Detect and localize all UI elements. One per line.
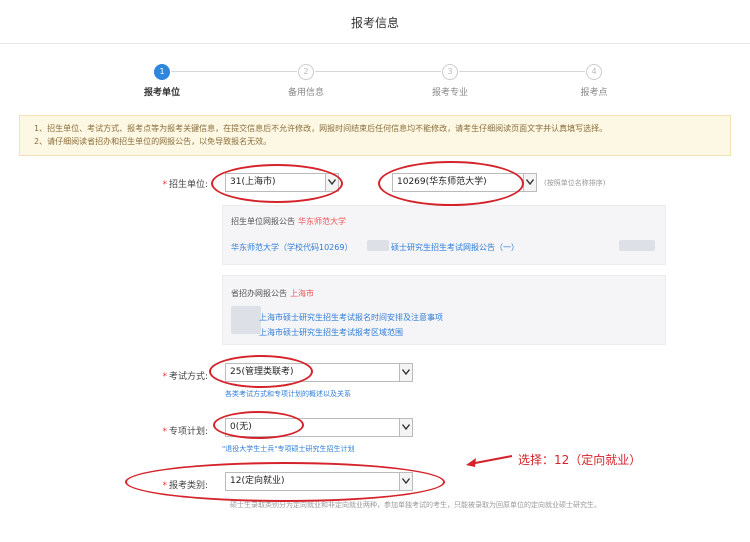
page-title: 报考信息 xyxy=(350,16,399,30)
highlight-ellipse xyxy=(213,411,304,439)
step-1[interactable]: 1 报考单位 xyxy=(127,62,197,98)
notice-line-2: 2、请仔细阅读省招办和招生单位的网报公告，以免导致报名无效。 xyxy=(34,137,272,146)
highlight-ellipse xyxy=(378,161,524,206)
blurred-text xyxy=(619,240,655,251)
step-2[interactable]: 2 备用信息 xyxy=(271,62,341,98)
province-notice-link-1[interactable]: 上海市硕士研究生招生考试报名时间安排及注意事项 xyxy=(259,312,443,323)
chevron-down-icon xyxy=(399,364,412,381)
annotation-text: 选择：12（定向就业） xyxy=(518,453,642,467)
exam-method-hint-link[interactable]: 各类考试方式和专项计划的概述以及关系 xyxy=(225,389,351,399)
notice-box: 1、招生单位、考试方式、报考点等为报考关键信息，在提交信息后不允许修改，网报时间… xyxy=(19,115,731,156)
red-arrow-icon xyxy=(466,455,513,467)
exam-method-label: * 考试方式: xyxy=(162,372,208,382)
step-label: 备用信息 xyxy=(287,88,324,98)
step-number: 2 xyxy=(298,64,314,80)
chevron-down-icon xyxy=(399,419,412,436)
step-3[interactable]: 3 报考专业 xyxy=(415,62,485,98)
page-header: 报考信息 xyxy=(0,0,750,44)
highlight-ellipse xyxy=(209,355,313,388)
province-notice-link-2[interactable]: 上海市硕士研究生招生考试报考区域范围 xyxy=(259,327,403,338)
step-number: 3 xyxy=(442,64,458,80)
province-notice-title: 省招办网报公告 上海市 xyxy=(231,289,314,298)
step-number: 4 xyxy=(586,64,602,80)
unit-notice-link[interactable]: 华东师范大学（学校代码10269） xyxy=(231,242,352,253)
step-label: 报考点 xyxy=(580,88,608,98)
step-4[interactable]: 4 报考点 xyxy=(559,62,629,98)
step-progress: 1 报考单位 2 备用信息 3 报考专业 4 报考点 xyxy=(0,62,750,102)
step-label: 报考单位 xyxy=(143,88,180,98)
blurred-text xyxy=(367,240,389,251)
unit-notice-title: 招生单位网报公告 华东师范大学 xyxy=(231,217,346,226)
unit-notice-link-tail[interactable]: 硕士研究生招生考试网报公告（一） xyxy=(391,242,519,253)
chevron-down-icon xyxy=(523,174,536,191)
province-notice-panel: 省招办网报公告 上海市 上海市硕士研究生招生考试报名时间安排及注意事项 上海市硕士… xyxy=(222,275,666,345)
step-number: 1 xyxy=(154,64,170,80)
highlight-ellipse xyxy=(211,164,343,203)
special-plan-label: * 专项计划: xyxy=(162,427,208,437)
highlight-ellipse xyxy=(125,462,445,502)
blurred-text xyxy=(231,306,261,334)
unit-label: * 招生单位: xyxy=(162,180,208,190)
special-plan-hint-link[interactable]: "退役大学生士兵"专项硕士研究生招生计划 xyxy=(222,444,354,454)
step-label: 报考专业 xyxy=(431,88,468,98)
unit-notice-panel: 招生单位网报公告 华东师范大学 华东师范大学（学校代码10269） 硕士研究生招生… xyxy=(222,205,666,265)
notice-line-1: 1、招生单位、考试方式、报考点等为报考关键信息，在提交信息后不允许修改，网报时间… xyxy=(34,124,608,133)
sort-hint: (按照单位名称排序) xyxy=(544,179,606,187)
